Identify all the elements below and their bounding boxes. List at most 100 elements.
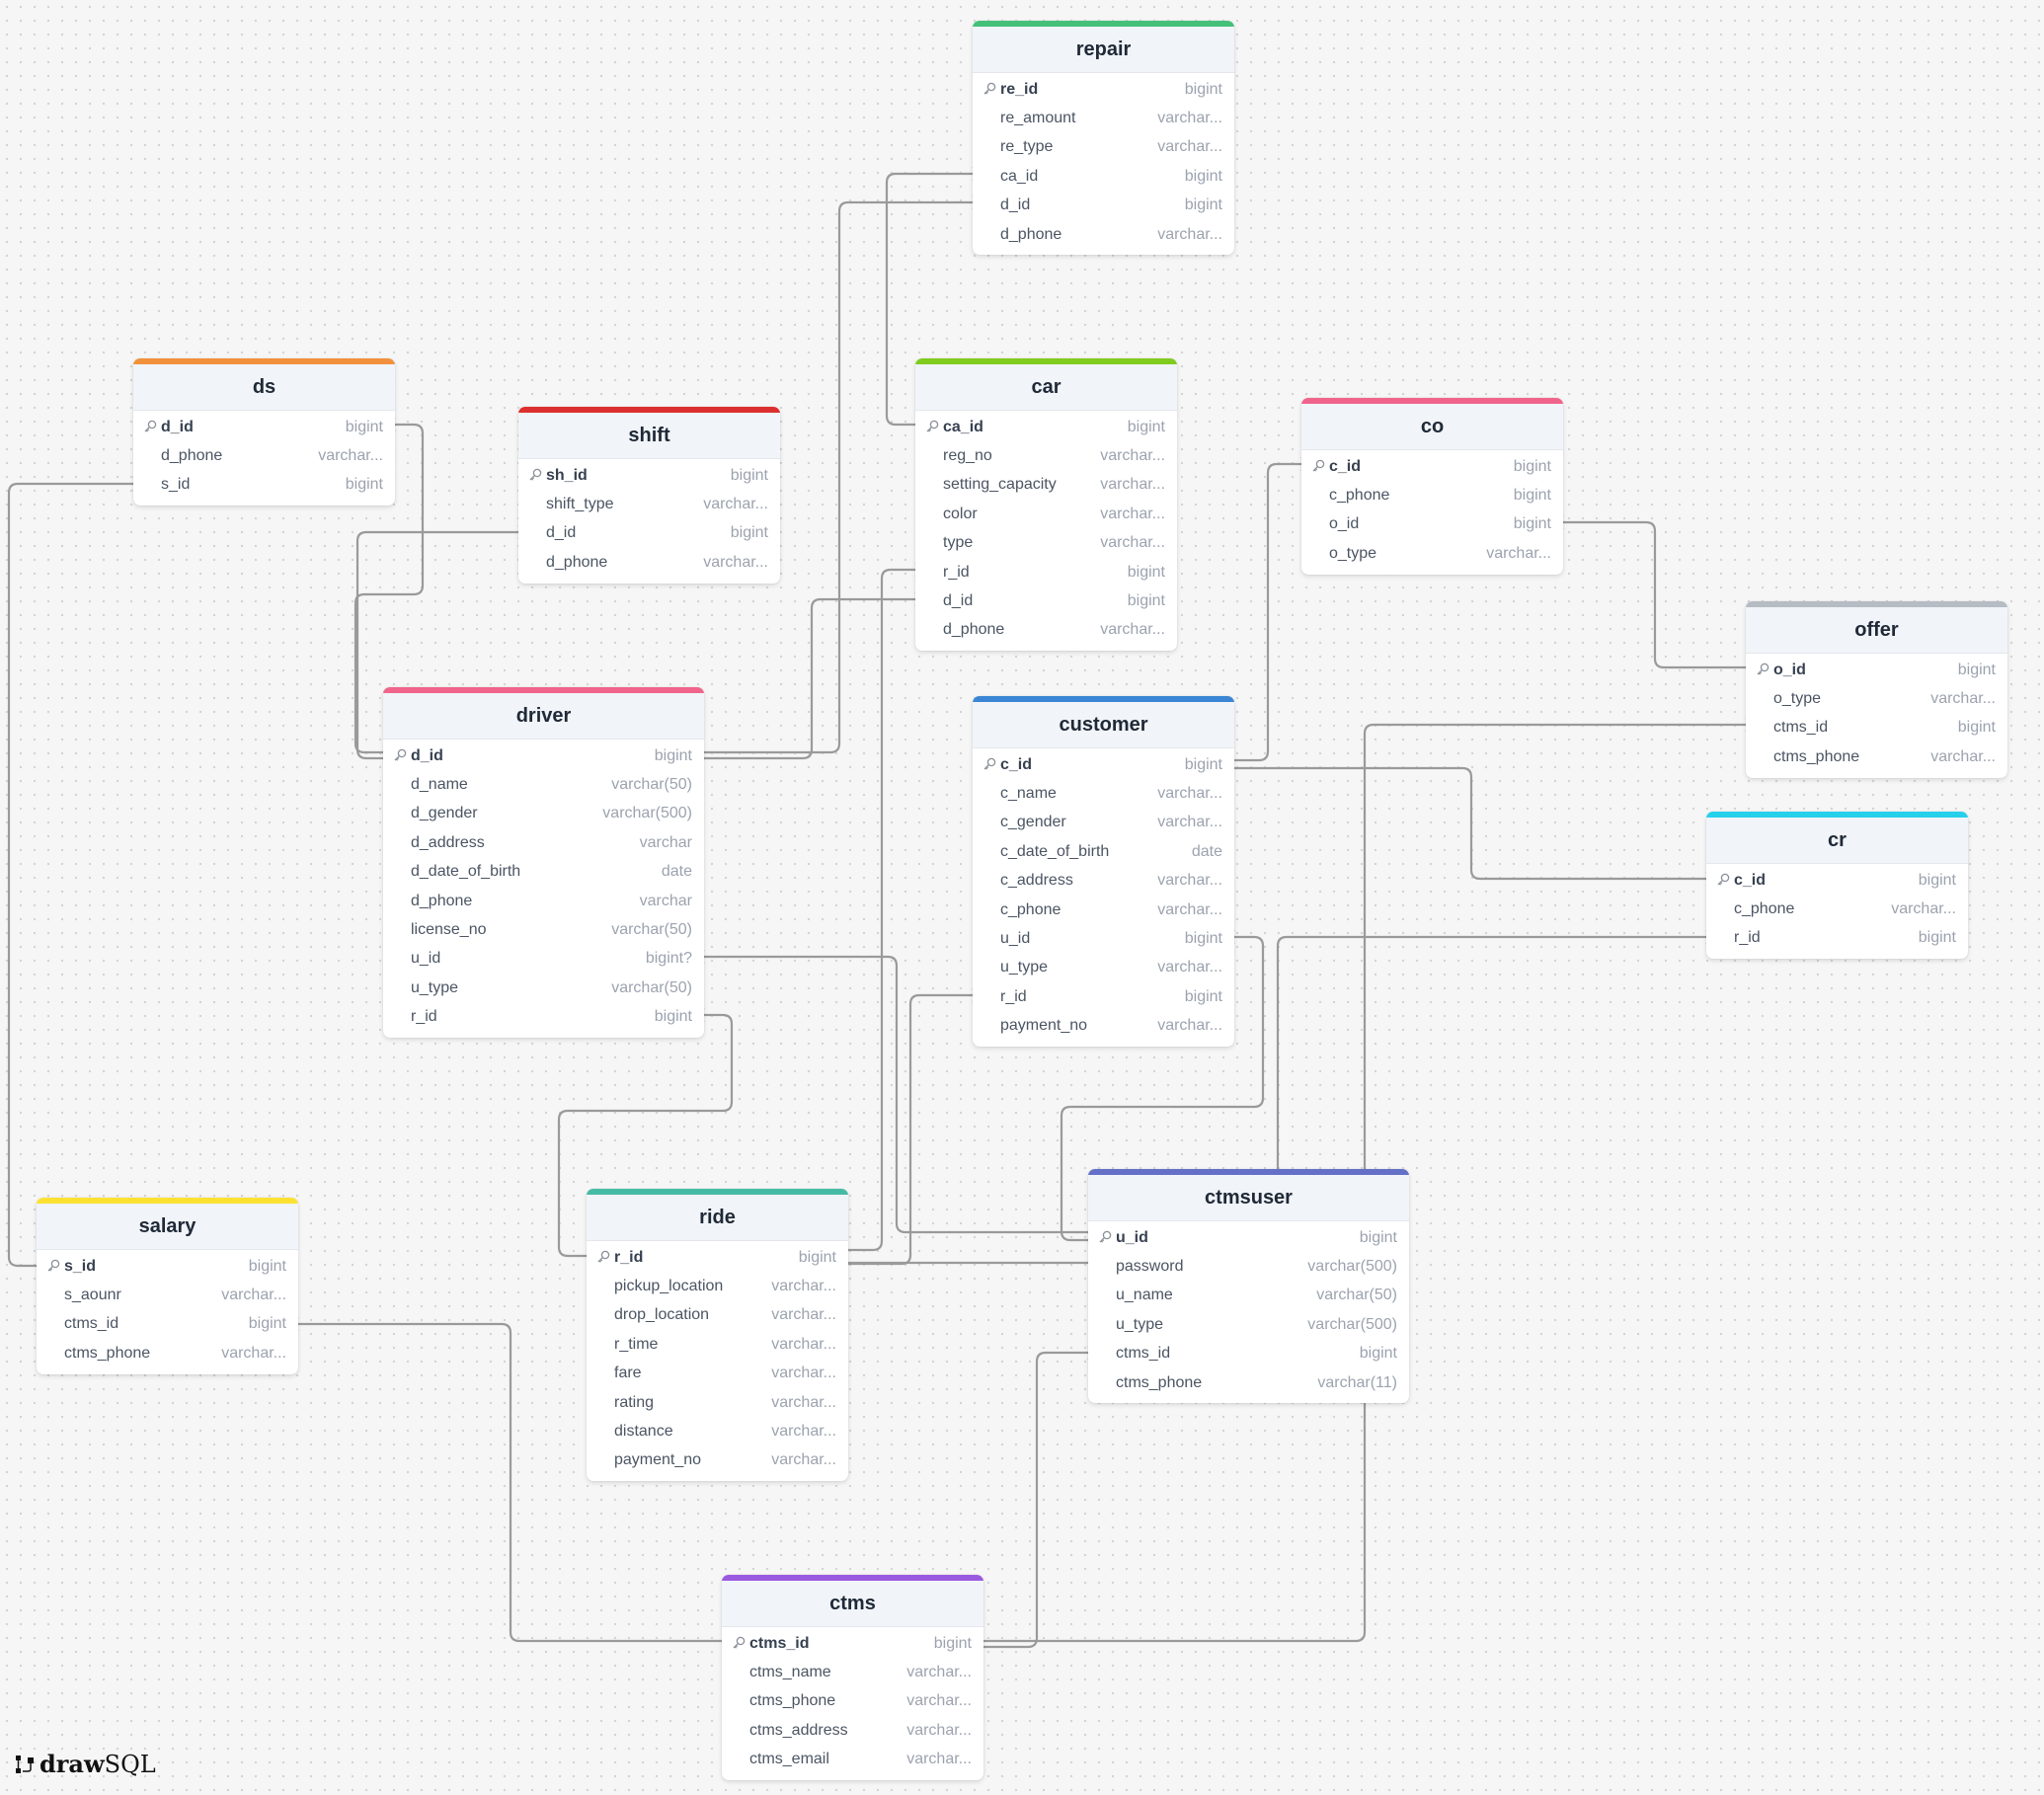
column-row[interactable]: c_id bigint xyxy=(1301,452,1563,481)
relation-ctms-ctmsuser[interactable] xyxy=(983,1351,1088,1649)
table-offer[interactable]: offer o_id bigint o_type varchar... ctms_id bi… xyxy=(1746,601,2007,778)
table-title[interactable]: ride xyxy=(587,1195,848,1241)
column-row[interactable]: u_id bigint xyxy=(1088,1223,1409,1252)
relation-ride-car[interactable] xyxy=(848,568,915,1252)
column-row[interactable]: c_phone varchar... xyxy=(973,896,1234,924)
column-row[interactable]: re_amount varchar... xyxy=(973,104,1234,132)
relation-offer-co[interactable] xyxy=(1563,520,1746,669)
column-row[interactable]: ctms_phone varchar... xyxy=(1746,742,2007,771)
table-title[interactable]: ctmsuser xyxy=(1088,1175,1409,1221)
column-row[interactable]: u_type varchar... xyxy=(973,954,1234,982)
table-title[interactable]: cr xyxy=(1706,818,1968,864)
column-row[interactable]: o_id bigint xyxy=(1301,510,1563,539)
column-row[interactable]: ctms_id bigint xyxy=(1746,714,2007,742)
column-row[interactable]: d_id bigint xyxy=(973,192,1234,220)
column-row[interactable]: u_id bigint? xyxy=(383,945,704,974)
column-row[interactable]: d_gender varchar(500) xyxy=(383,800,704,828)
table-title[interactable]: salary xyxy=(37,1204,298,1250)
table-title[interactable]: offer xyxy=(1746,607,2007,654)
column-row[interactable]: pickup_location varchar... xyxy=(587,1272,848,1300)
column-row[interactable]: s_id bigint xyxy=(37,1252,298,1281)
relation-salary-ds[interactable] xyxy=(7,482,133,1268)
relation-driver-car[interactable] xyxy=(704,597,915,760)
column-row[interactable]: ctms_phone varchar... xyxy=(37,1339,298,1367)
table-title[interactable]: ctms xyxy=(722,1581,983,1627)
column-row[interactable]: c_phone bigint xyxy=(1301,481,1563,509)
table-title[interactable]: driver xyxy=(383,693,704,740)
column-row[interactable]: password varchar(500) xyxy=(1088,1252,1409,1281)
column-row[interactable]: d_date_of_birth date xyxy=(383,858,704,887)
table-co[interactable]: co c_id bigint c_phone bigint o_id bigint o_typ… xyxy=(1301,398,1563,575)
column-row[interactable]: d_phone varchar... xyxy=(915,616,1177,645)
column-row[interactable]: payment_no varchar... xyxy=(587,1446,848,1475)
column-row[interactable]: rating varchar... xyxy=(587,1388,848,1417)
column-row[interactable]: ctms_phone varchar... xyxy=(722,1687,983,1716)
column-row[interactable]: drop_location varchar... xyxy=(587,1301,848,1330)
column-row[interactable]: re_id bigint xyxy=(973,75,1234,104)
table-ctmsuser[interactable]: ctmsuser u_id bigint password varchar(500) u_… xyxy=(1088,1169,1409,1404)
column-row[interactable]: ctms_id bigint xyxy=(37,1310,298,1339)
column-row[interactable]: d_id bigint xyxy=(915,586,1177,615)
column-row[interactable]: ctms_phone varchar(11) xyxy=(1088,1368,1409,1397)
column-row[interactable]: c_phone varchar... xyxy=(1706,895,1968,923)
column-row[interactable]: o_id bigint xyxy=(1746,656,2007,684)
column-row[interactable]: d_phone varchar... xyxy=(518,548,780,577)
column-row[interactable]: ctms_address varchar... xyxy=(722,1716,983,1745)
column-row[interactable]: d_id bigint xyxy=(133,413,395,441)
column-row[interactable]: r_id bigint xyxy=(1706,924,1968,953)
column-row[interactable]: c_id bigint xyxy=(973,750,1234,779)
column-row[interactable]: c_address varchar... xyxy=(973,867,1234,896)
column-row[interactable]: ctms_id bigint xyxy=(722,1629,983,1658)
table-ctms[interactable]: ctms ctms_id bigint ctms_name varchar... ctms… xyxy=(722,1575,983,1780)
column-row[interactable]: c_gender varchar... xyxy=(973,809,1234,837)
column-row[interactable]: c_date_of_birth date xyxy=(973,837,1234,866)
column-row[interactable]: reg_no varchar... xyxy=(915,441,1177,470)
column-row[interactable]: ca_id bigint xyxy=(915,413,1177,441)
column-row[interactable]: r_id bigint xyxy=(383,1003,704,1032)
column-row[interactable]: u_type varchar(500) xyxy=(1088,1310,1409,1339)
table-shift[interactable]: shift sh_id bigint shift_type varchar... d_id… xyxy=(518,407,780,584)
column-row[interactable]: c_id bigint xyxy=(1706,866,1968,895)
column-row[interactable]: s_aounr varchar... xyxy=(37,1281,298,1309)
column-row[interactable]: ctms_email varchar... xyxy=(722,1746,983,1774)
column-row[interactable]: d_address varchar xyxy=(383,828,704,857)
column-row[interactable]: u_id bigint xyxy=(973,924,1234,953)
column-row[interactable]: d_phone varchar xyxy=(383,887,704,915)
column-row[interactable]: o_type varchar... xyxy=(1301,539,1563,568)
table-salary[interactable]: salary s_id bigint s_aounr varchar... ctms_id… xyxy=(37,1198,298,1374)
column-row[interactable]: o_type varchar... xyxy=(1746,684,2007,713)
table-title[interactable]: co xyxy=(1301,404,1563,450)
column-row[interactable]: u_type varchar(50) xyxy=(383,974,704,1002)
table-title[interactable]: car xyxy=(915,364,1177,411)
column-row[interactable]: d_id bigint xyxy=(383,741,704,770)
table-driver[interactable]: driver d_id bigint d_name varchar(50) d_gende… xyxy=(383,687,704,1038)
column-row[interactable]: ctms_name varchar... xyxy=(722,1658,983,1686)
relation-ride-customer[interactable] xyxy=(848,993,973,1266)
table-car[interactable]: car ca_id bigint reg_no varchar... setting_ca… xyxy=(915,358,1177,652)
column-row[interactable]: setting_capacity varchar... xyxy=(915,471,1177,500)
table-customer[interactable]: customer c_id bigint c_name varchar... c_gend… xyxy=(973,696,1234,1047)
relation-customer-cr[interactable] xyxy=(1234,766,1706,881)
column-row[interactable]: sh_id bigint xyxy=(518,461,780,490)
column-row[interactable]: r_id bigint xyxy=(587,1243,848,1272)
table-title[interactable]: ds xyxy=(133,364,395,411)
column-row[interactable]: fare varchar... xyxy=(587,1360,848,1388)
column-row[interactable]: s_id bigint xyxy=(133,471,395,500)
table-repair[interactable]: repair re_id bigint re_amount varchar... re_t… xyxy=(973,21,1234,256)
column-row[interactable]: d_phone varchar... xyxy=(133,441,395,470)
column-row[interactable]: re_type varchar... xyxy=(973,133,1234,162)
column-row[interactable]: color varchar... xyxy=(915,500,1177,528)
column-row[interactable]: r_id bigint xyxy=(973,982,1234,1011)
relation-customer-co[interactable] xyxy=(1234,462,1301,762)
column-row[interactable]: d_id bigint xyxy=(518,519,780,548)
table-ds[interactable]: ds d_id bigint d_phone varchar... s_id bigint xyxy=(133,358,395,507)
table-ride[interactable]: ride r_id bigint pickup_location varchar... d… xyxy=(587,1189,848,1482)
column-row[interactable]: payment_no varchar... xyxy=(973,1012,1234,1041)
table-title[interactable]: customer xyxy=(973,702,1234,748)
column-row[interactable]: r_time varchar... xyxy=(587,1330,848,1359)
table-title[interactable]: repair xyxy=(973,27,1234,73)
column-row[interactable]: ca_id bigint xyxy=(973,162,1234,191)
column-row[interactable]: d_phone varchar... xyxy=(973,220,1234,249)
column-row[interactable]: distance varchar... xyxy=(587,1417,848,1445)
column-row[interactable]: d_name varchar(50) xyxy=(383,770,704,799)
